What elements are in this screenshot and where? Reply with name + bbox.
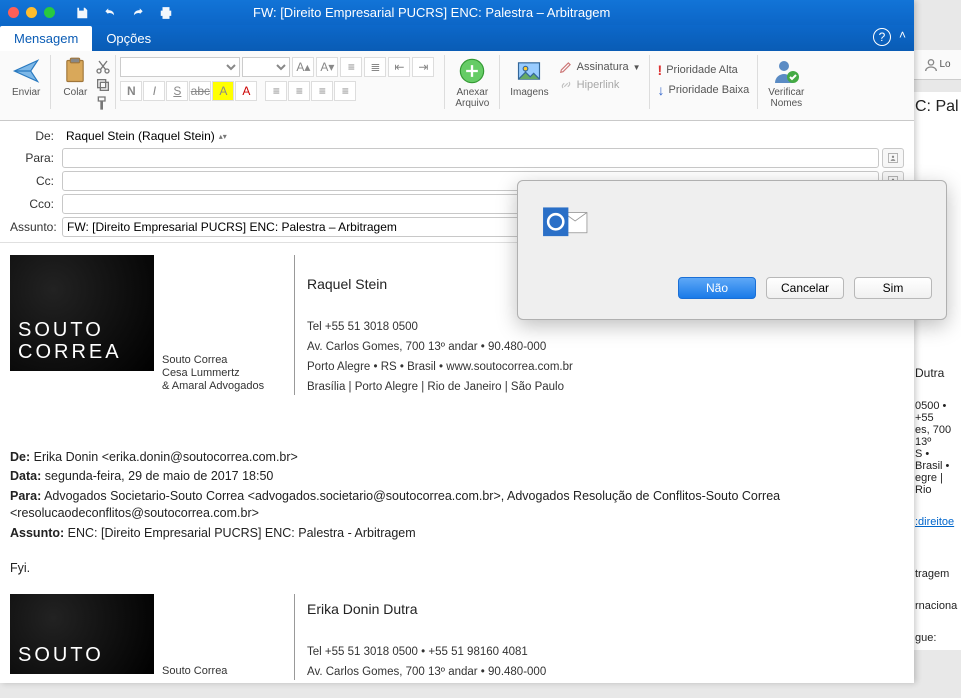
sig2-name: Erika Donin Dutra xyxy=(307,600,546,620)
cc-label: Cc: xyxy=(10,174,62,188)
behind-login: Lo xyxy=(913,50,961,80)
tab-options[interactable]: Opções xyxy=(92,26,165,51)
confirm-dialog: Não Cancelar Sim xyxy=(517,180,947,320)
close-icon[interactable] xyxy=(8,7,19,18)
dialog-cancel-button[interactable]: Cancelar xyxy=(766,277,844,299)
priority-high-button[interactable]: ! Prioridade Alta xyxy=(654,61,754,79)
align-right-icon[interactable]: ≡ xyxy=(311,81,333,101)
outlook-icon xyxy=(538,199,592,253)
titlebar: FW: [Direito Empresarial PUCRS] ENC: Pal… xyxy=(0,0,914,25)
save-icon[interactable] xyxy=(75,6,89,20)
zoom-icon[interactable] xyxy=(44,7,55,18)
format-painter-icon[interactable] xyxy=(95,95,111,111)
cut-icon[interactable] xyxy=(95,59,111,75)
ribbon: Enviar Colar A▴ A▾ ≡ ≣ ⇤ ⇥ N I S abc A A xyxy=(0,51,914,121)
collapse-ribbon-icon[interactable]: ˄ xyxy=(899,28,906,46)
logo-tagline-2: Souto Correa xyxy=(162,665,282,683)
tab-message[interactable]: Mensagem xyxy=(0,26,92,51)
sig-tel: Tel +55 51 3018 0500 xyxy=(307,319,573,335)
fwd-date: Data: segunda-feira, 29 de maio de 2017 … xyxy=(10,468,904,486)
fwd-from: De: Erika Donin <erika.donin@soutocorrea… xyxy=(10,449,904,467)
logo-image: SOUTO CORREA xyxy=(10,255,154,371)
italic-icon[interactable]: I xyxy=(143,81,165,101)
signature-button[interactable]: Assinatura▼ xyxy=(555,59,645,75)
indent-icon[interactable]: ⇥ xyxy=(412,57,434,77)
behind-window-fragment: C: Pal Dutra 0500 • +55 es, 700 13º S • … xyxy=(913,92,961,650)
undo-icon[interactable] xyxy=(103,6,117,20)
send-button[interactable]: Enviar xyxy=(6,55,46,100)
ribbon-tabs: Mensagem Opções ? ˄ xyxy=(0,25,914,51)
dialog-no-button[interactable]: Não xyxy=(678,277,756,299)
body-text: Fyi. xyxy=(10,560,904,578)
images-button[interactable]: Imagens xyxy=(504,55,554,100)
from-field[interactable]: Raquel Stein (Raquel Stein)▴▾ xyxy=(62,127,904,145)
to-field[interactable] xyxy=(62,148,879,168)
strike-icon[interactable]: abc xyxy=(189,81,211,101)
numbering-icon[interactable]: ≣ xyxy=(364,57,386,77)
attach-button[interactable]: Anexar Arquivo xyxy=(449,55,495,111)
font-select[interactable] xyxy=(120,57,240,77)
fwd-subject: Assunto: ENC: [Direito Empresarial PUCRS… xyxy=(10,525,904,543)
subject-label: Assunto: xyxy=(10,220,62,234)
to-label: Para: xyxy=(10,151,62,165)
align-center-icon[interactable]: ≡ xyxy=(288,81,310,101)
to-addressbook-icon[interactable] xyxy=(882,148,904,168)
sig2-tel: Tel +55 51 3018 0500 • +55 51 98160 4081 xyxy=(307,644,546,660)
outdent-icon[interactable]: ⇤ xyxy=(388,57,410,77)
bullets-icon[interactable]: ≡ xyxy=(340,57,362,77)
bold-icon[interactable]: N xyxy=(120,81,142,101)
fwd-to: Para: Advogados Societario-Souto Correa … xyxy=(10,488,904,523)
print-icon[interactable] xyxy=(159,6,173,20)
shrink-font-icon[interactable]: A▾ xyxy=(316,57,338,77)
dialog-yes-button[interactable]: Sim xyxy=(854,277,932,299)
format-toolbar: A▴ A▾ ≡ ≣ ⇤ ⇥ N I S abc A A ≡ ≡ ≡ ≡ xyxy=(120,55,440,101)
underline-icon[interactable]: S xyxy=(166,81,188,101)
paste-button[interactable]: Colar xyxy=(55,55,95,111)
help-icon[interactable]: ? xyxy=(873,28,891,46)
fontcolor-icon[interactable]: A xyxy=(235,81,257,101)
highlight-icon[interactable]: A xyxy=(212,81,234,101)
verify-names-button[interactable]: Verificar Nomes xyxy=(762,55,810,111)
priority-low-button[interactable]: ↓ Prioridade Baixa xyxy=(654,81,754,99)
logo-image-2: SOUTO xyxy=(10,594,154,674)
redo-icon[interactable] xyxy=(131,6,145,20)
sig2-addr: Av. Carlos Gomes, 700 13º andar • 90.480… xyxy=(307,664,546,680)
window-controls[interactable] xyxy=(8,7,55,18)
size-select[interactable] xyxy=(242,57,290,77)
sig-city: Porto Alegre • RS • Brasil • www.soutoco… xyxy=(307,359,573,375)
grow-font-icon[interactable]: A▴ xyxy=(292,57,314,77)
bcc-label: Cco: xyxy=(10,197,62,211)
from-label: De: xyxy=(10,129,62,143)
sig-addr: Av. Carlos Gomes, 700 13º andar • 90.480… xyxy=(307,339,573,355)
copy-icon[interactable] xyxy=(95,77,111,93)
minimize-icon[interactable] xyxy=(26,7,37,18)
justify-icon[interactable]: ≡ xyxy=(334,81,356,101)
hyperlink-button[interactable]: Hiperlink xyxy=(555,77,645,93)
align-left-icon[interactable]: ≡ xyxy=(265,81,287,101)
sig-offices: Brasília | Porto Alegre | Rio de Janeiro… xyxy=(307,379,573,395)
logo-tagline: Souto Correa Cesa Lummertz & Amaral Advo… xyxy=(162,354,282,399)
window-title: FW: [Direito Empresarial PUCRS] ENC: Pal… xyxy=(253,5,610,20)
